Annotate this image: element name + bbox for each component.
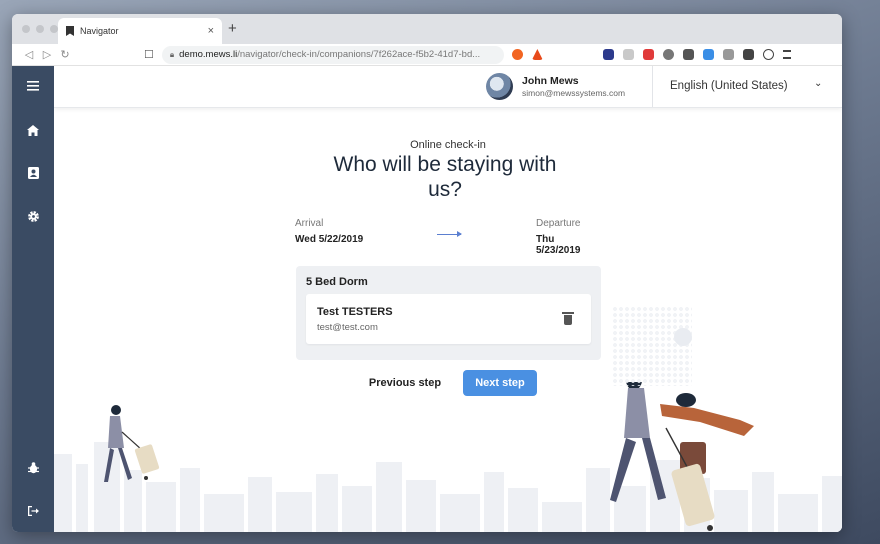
- browser-tab[interactable]: Navigator ×: [58, 18, 222, 44]
- user-name: John Mews: [522, 75, 579, 87]
- user-email: simon@mewssystems.com: [522, 88, 626, 98]
- dot-pattern-decoration: [612, 306, 692, 386]
- close-window-dot[interactable]: [22, 25, 30, 33]
- url-bar[interactable]: 🔒︎ demo.mews.li/navigator/check-in/compa…: [161, 45, 504, 64]
- room-name: 5 Bed Dorm: [306, 276, 368, 288]
- home-button[interactable]: [12, 118, 54, 142]
- url-host: demo.mews.li: [179, 49, 238, 60]
- logout-button[interactable]: [12, 499, 54, 523]
- tab-title: Navigator: [80, 26, 119, 36]
- new-tab-button[interactable]: +: [228, 20, 237, 37]
- bookmark-icon[interactable]: ☐: [144, 48, 154, 61]
- settings-button[interactable]: [12, 204, 54, 228]
- extensions-area: [511, 49, 543, 60]
- menu-icon[interactable]: [782, 50, 791, 59]
- guest-card[interactable]: Test TESTERS test@test.com: [306, 294, 591, 344]
- page-title: Who will be staying with us?: [333, 153, 557, 201]
- app: John Mews simon@mewssystems.com English …: [12, 66, 842, 532]
- language-select[interactable]: English (United States): [670, 80, 788, 92]
- circle-decoration: [674, 328, 692, 346]
- extension-icon[interactable]: [742, 49, 754, 60]
- tab-close-icon[interactable]: ×: [208, 25, 214, 37]
- menu-icon: [27, 81, 39, 91]
- chevron-down-icon[interactable]: ⌄: [814, 78, 822, 89]
- menu-button[interactable]: [12, 74, 54, 98]
- back-icon[interactable]: ◁: [20, 48, 38, 61]
- arrival-date: Wed 5/22/2019: [295, 234, 364, 245]
- extension-icons: [602, 49, 791, 60]
- brave-rewards-icon[interactable]: [531, 49, 543, 60]
- guest-name: Test TESTERS: [317, 306, 393, 318]
- tab-bar: Navigator × +: [12, 14, 842, 44]
- reload-icon[interactable]: ↻: [56, 48, 74, 61]
- logout-icon: [28, 506, 39, 516]
- lock-icon: 🔒︎: [169, 49, 175, 59]
- guest-email: test@test.com: [317, 322, 378, 333]
- extension-icon[interactable]: [702, 49, 714, 60]
- top-bar: John Mews simon@mewssystems.com English …: [54, 66, 842, 108]
- browser-window: Navigator × + ◁ ▷ ↻ ☐ 🔒︎ demo.mews.li/na…: [12, 14, 842, 532]
- extension-icon[interactable]: [622, 49, 634, 60]
- extension-icon[interactable]: [642, 49, 654, 60]
- avatar[interactable]: [486, 73, 513, 100]
- profile-icon[interactable]: [762, 49, 774, 60]
- previous-step-button[interactable]: Previous step: [360, 370, 450, 396]
- home-icon: [27, 124, 39, 136]
- extension-icon[interactable]: [682, 49, 694, 60]
- trash-icon[interactable]: [562, 312, 574, 325]
- extension-icon[interactable]: [602, 49, 614, 60]
- main-content: John Mews simon@mewssystems.com English …: [54, 66, 842, 532]
- extension-icon[interactable]: [722, 49, 734, 60]
- contacts-icon: [27, 167, 39, 179]
- window-controls: [22, 25, 58, 33]
- minimize-window-dot[interactable]: [36, 25, 44, 33]
- brave-shield-icon[interactable]: [511, 49, 523, 60]
- url-path: /navigator/check-in/companions/7f262ace-…: [237, 49, 481, 60]
- city-illustration: [54, 382, 842, 532]
- departure-label: Departure: [536, 218, 581, 229]
- tab-favicon-icon: [66, 26, 74, 36]
- arrow-right-icon: [437, 231, 462, 237]
- sidebar: [12, 66, 54, 532]
- next-step-button[interactable]: Next step: [463, 370, 537, 396]
- arrival-label: Arrival: [295, 218, 324, 229]
- departure-date: Thu 5/23/2019: [536, 234, 581, 256]
- forward-icon[interactable]: ▷: [38, 48, 56, 61]
- bug-icon: [27, 462, 39, 474]
- address-toolbar: ◁ ▷ ↻ ☐ 🔒︎ demo.mews.li/navigator/check-…: [12, 44, 842, 66]
- maximize-window-dot[interactable]: [50, 25, 58, 33]
- divider: [652, 66, 653, 107]
- room-card: 5 Bed Dorm Test TESTERS test@test.com: [296, 266, 601, 360]
- extension-icon[interactable]: [662, 49, 674, 60]
- bug-report-button[interactable]: [12, 456, 54, 480]
- gear-icon: [27, 210, 39, 222]
- contacts-button[interactable]: [12, 161, 54, 185]
- page-subtitle: Online check-in: [410, 139, 486, 151]
